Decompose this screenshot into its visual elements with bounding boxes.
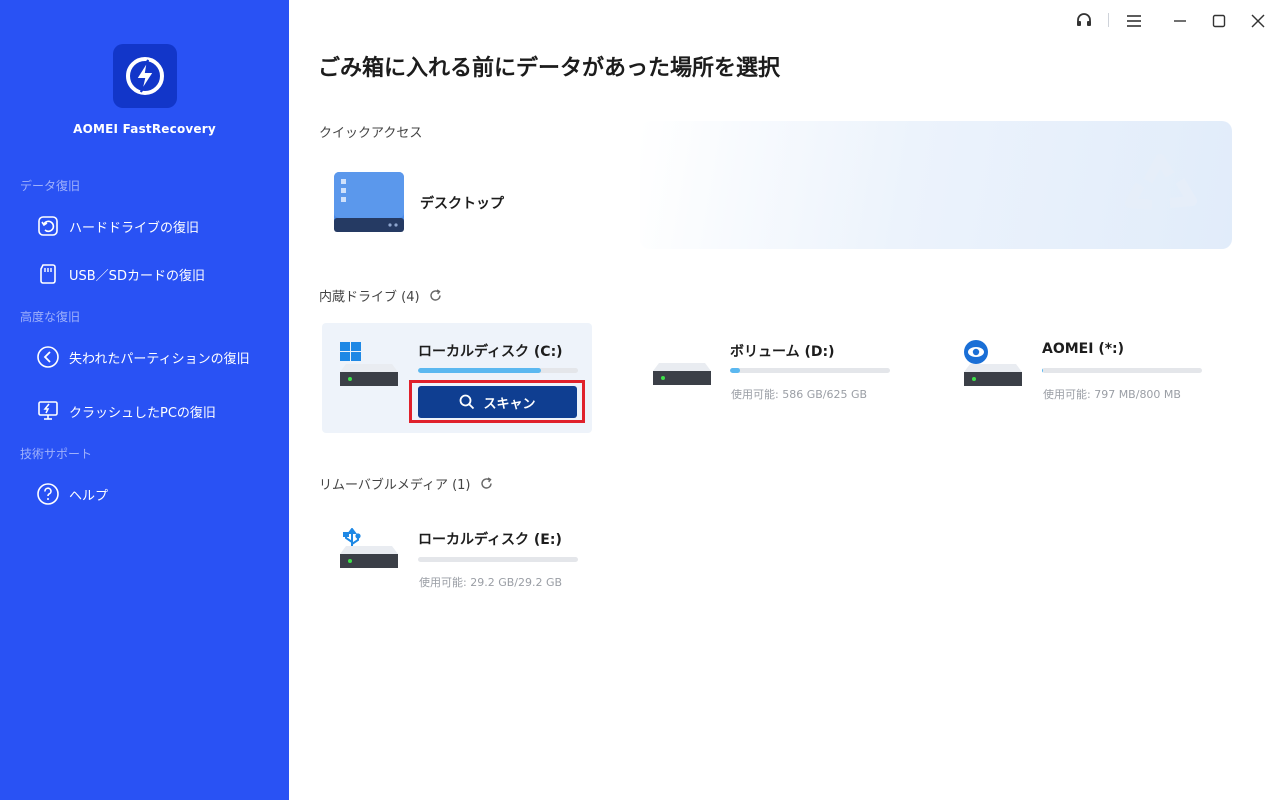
page-title: ごみ箱に入れる前にデータがあった場所を選択 (318, 56, 781, 81)
sd-card-icon (36, 262, 60, 286)
sidebar-item-label: ハードドライブの復旧 (69, 220, 200, 236)
sidebar-item-partition-recovery[interactable]: 失われたパーティションの復旧 (36, 341, 276, 373)
drive-aomei-available: 使用可能: 797 MB/800 MB (1043, 388, 1181, 401)
close-button[interactable] (1244, 8, 1272, 36)
sidebar: AOMEI FastRecovery データ復旧 ハードドライブの復旧 USB／… (0, 0, 289, 800)
sidebar-item-label: 失われたパーティションの復旧 (69, 351, 250, 367)
sidebar-item-usb-sd-recovery[interactable]: USB／SDカードの復旧 (36, 258, 276, 290)
drive-c-usage-bar (418, 368, 578, 373)
sidebar-item-label: クラッシュしたPCの復旧 (69, 405, 216, 421)
hard-drive-recovery-icon (36, 214, 60, 238)
minimize-icon (1173, 13, 1187, 32)
maximize-icon (1212, 13, 1226, 32)
drive-e-available: 使用可能: 29.2 GB/29.2 GB (419, 576, 563, 589)
quick-access-desktop[interactable]: デスクトップ (420, 193, 504, 213)
maximize-button[interactable] (1205, 8, 1233, 36)
drive-e-name[interactable]: ローカルディスク (E:) (418, 529, 562, 549)
aomei-eye-icon (964, 340, 988, 364)
menu-button[interactable] (1120, 8, 1148, 36)
section-advanced-recovery: 高度な復旧 (20, 310, 81, 324)
internal-drives-label: 内蔵ドライブ (4) (319, 286, 442, 305)
drive-aomei-icon[interactable] (964, 340, 1022, 390)
titlebar-divider (1108, 13, 1109, 27)
app-logo (113, 44, 177, 108)
headset-icon (1075, 11, 1093, 33)
windows-logo-icon (340, 342, 361, 361)
drive-aomei-usage-bar (1042, 368, 1202, 373)
sidebar-item-help[interactable]: ヘルプ (36, 478, 276, 510)
scan-button[interactable]: スキャン (418, 386, 577, 418)
sidebar-item-crashed-pc-recovery[interactable]: クラッシュしたPCの復旧 (36, 395, 276, 427)
usb-icon (343, 527, 361, 548)
drive-aomei-usage-fill (1042, 368, 1043, 373)
desktop-folder-icon[interactable] (334, 172, 404, 232)
section-data-recovery: データ復旧 (20, 179, 81, 193)
recycle-bin-icon (1118, 143, 1206, 229)
internal-drives-label-text: 内蔵ドライブ (4) (319, 290, 420, 305)
partition-recovery-icon (36, 345, 60, 369)
drive-e-icon[interactable] (340, 527, 398, 578)
quick-access-label: クイックアクセス (319, 122, 422, 141)
drive-aomei-name[interactable]: AOMEI (*:) (1042, 341, 1124, 357)
drive-c-usage-fill (418, 368, 542, 373)
section-tech-support: 技術サポート (20, 447, 93, 461)
refresh-removable-media-icon[interactable] (480, 477, 493, 490)
drive-d-usage-bar (730, 368, 890, 373)
removable-media-label-text: リムーバブルメディア (1) (319, 478, 471, 493)
drive-c-name: ローカルディスク (C:) (418, 344, 563, 360)
refresh-internal-drives-icon[interactable] (429, 289, 442, 302)
close-icon (1251, 13, 1265, 32)
drive-d-icon[interactable] (653, 347, 711, 397)
support-button[interactable] (1070, 8, 1098, 36)
sidebar-item-label: USB／SDカードの復旧 (69, 268, 205, 284)
crashed-pc-icon (36, 399, 60, 423)
drive-d-available: 使用可能: 586 GB/625 GB (731, 388, 868, 401)
drive-e-usage-bar (418, 557, 578, 562)
quick-access-label-text: クイックアクセス (319, 126, 423, 141)
drive-d-usage-fill (730, 368, 740, 373)
help-icon (36, 482, 60, 506)
removable-media-label: リムーバブルメディア (1) (319, 474, 493, 493)
scan-button-label: スキャン (483, 396, 536, 412)
sidebar-item-hard-drive-recovery[interactable]: ハードドライブの復旧 (36, 210, 276, 242)
sidebar-item-label: ヘルプ (69, 488, 109, 504)
search-icon (459, 394, 475, 410)
hamburger-icon (1126, 13, 1142, 32)
app-name: AOMEI FastRecovery (73, 122, 216, 136)
minimize-button[interactable] (1166, 8, 1194, 36)
drive-d-name[interactable]: ボリューム (D:) (730, 341, 834, 361)
drive-c-icon (340, 340, 398, 390)
